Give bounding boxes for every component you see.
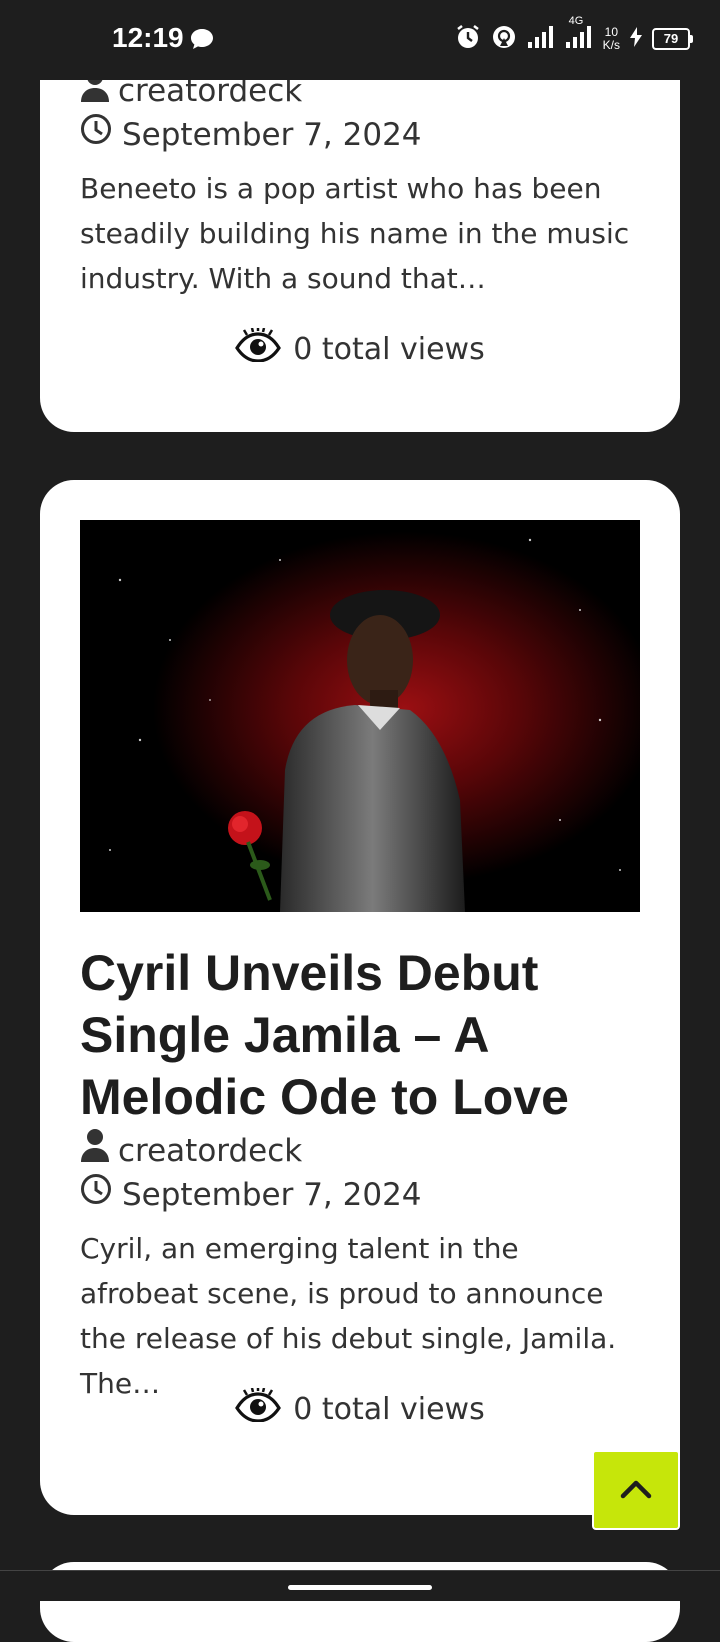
post-meta: creatordeck September 7, 2024 bbox=[80, 68, 640, 156]
eye-icon bbox=[235, 1387, 282, 1430]
eye-icon bbox=[235, 327, 282, 370]
network-speed-unit: K/s bbox=[602, 38, 620, 52]
post-card[interactable]: creatordeck September 7, 2024 Beneeto is… bbox=[40, 40, 680, 432]
scroll-to-top-button[interactable] bbox=[592, 1450, 680, 1530]
post-title[interactable]: Cyril Unveils Debut Single Jamila – A Me… bbox=[80, 942, 640, 1128]
status-time: 12:19 bbox=[112, 22, 184, 53]
status-icons: 4G 10 K/s 79 bbox=[455, 15, 693, 56]
hotspot-icon bbox=[491, 24, 517, 54]
post-meta: creatordeck September 7, 2024 bbox=[80, 1128, 640, 1216]
post-date-text: September 7, 2024 bbox=[122, 1176, 422, 1213]
network-type-label: 4G bbox=[568, 15, 584, 27]
post-author[interactable]: creatordeck bbox=[80, 1128, 302, 1173]
network-speed: 10 K/s bbox=[603, 26, 620, 52]
charging-icon bbox=[630, 27, 642, 51]
post-date: September 7, 2024 bbox=[80, 1173, 422, 1216]
post-card[interactable]: Cyril Unveils Debut Single Jamila – A Me… bbox=[40, 480, 680, 1515]
user-icon bbox=[80, 1128, 110, 1173]
post-views-text: 0 total views bbox=[293, 331, 485, 367]
battery-icon: 79 bbox=[652, 28, 693, 50]
signal-4g-icon: 4G bbox=[565, 15, 593, 53]
chat-bubble-icon bbox=[190, 28, 214, 54]
post-views: 0 total views bbox=[40, 327, 680, 370]
status-bar: 12:19 4G 10 K/s 79 bbox=[0, 0, 720, 80]
signal-icon bbox=[527, 25, 555, 53]
post-date: September 7, 2024 bbox=[80, 113, 422, 156]
chevron-up-icon bbox=[620, 1477, 652, 1503]
post-views: 0 total views bbox=[40, 1387, 680, 1430]
post-featured-image[interactable] bbox=[80, 520, 640, 912]
post-date-text: September 7, 2024 bbox=[122, 116, 422, 153]
alarm-icon bbox=[455, 24, 481, 54]
clock-icon bbox=[80, 113, 112, 156]
navigation-bar bbox=[0, 1570, 720, 1601]
home-gesture-handle[interactable] bbox=[288, 1585, 432, 1590]
post-views-text: 0 total views bbox=[293, 1391, 485, 1427]
post-excerpt: Cyril, an emerging talent in the afrobea… bbox=[80, 1232, 617, 1400]
post-excerpt: Beneeto is a pop artist who has been ste… bbox=[80, 172, 630, 295]
post-author-name[interactable]: creatordeck bbox=[118, 1130, 302, 1172]
clock-icon bbox=[80, 1173, 112, 1216]
